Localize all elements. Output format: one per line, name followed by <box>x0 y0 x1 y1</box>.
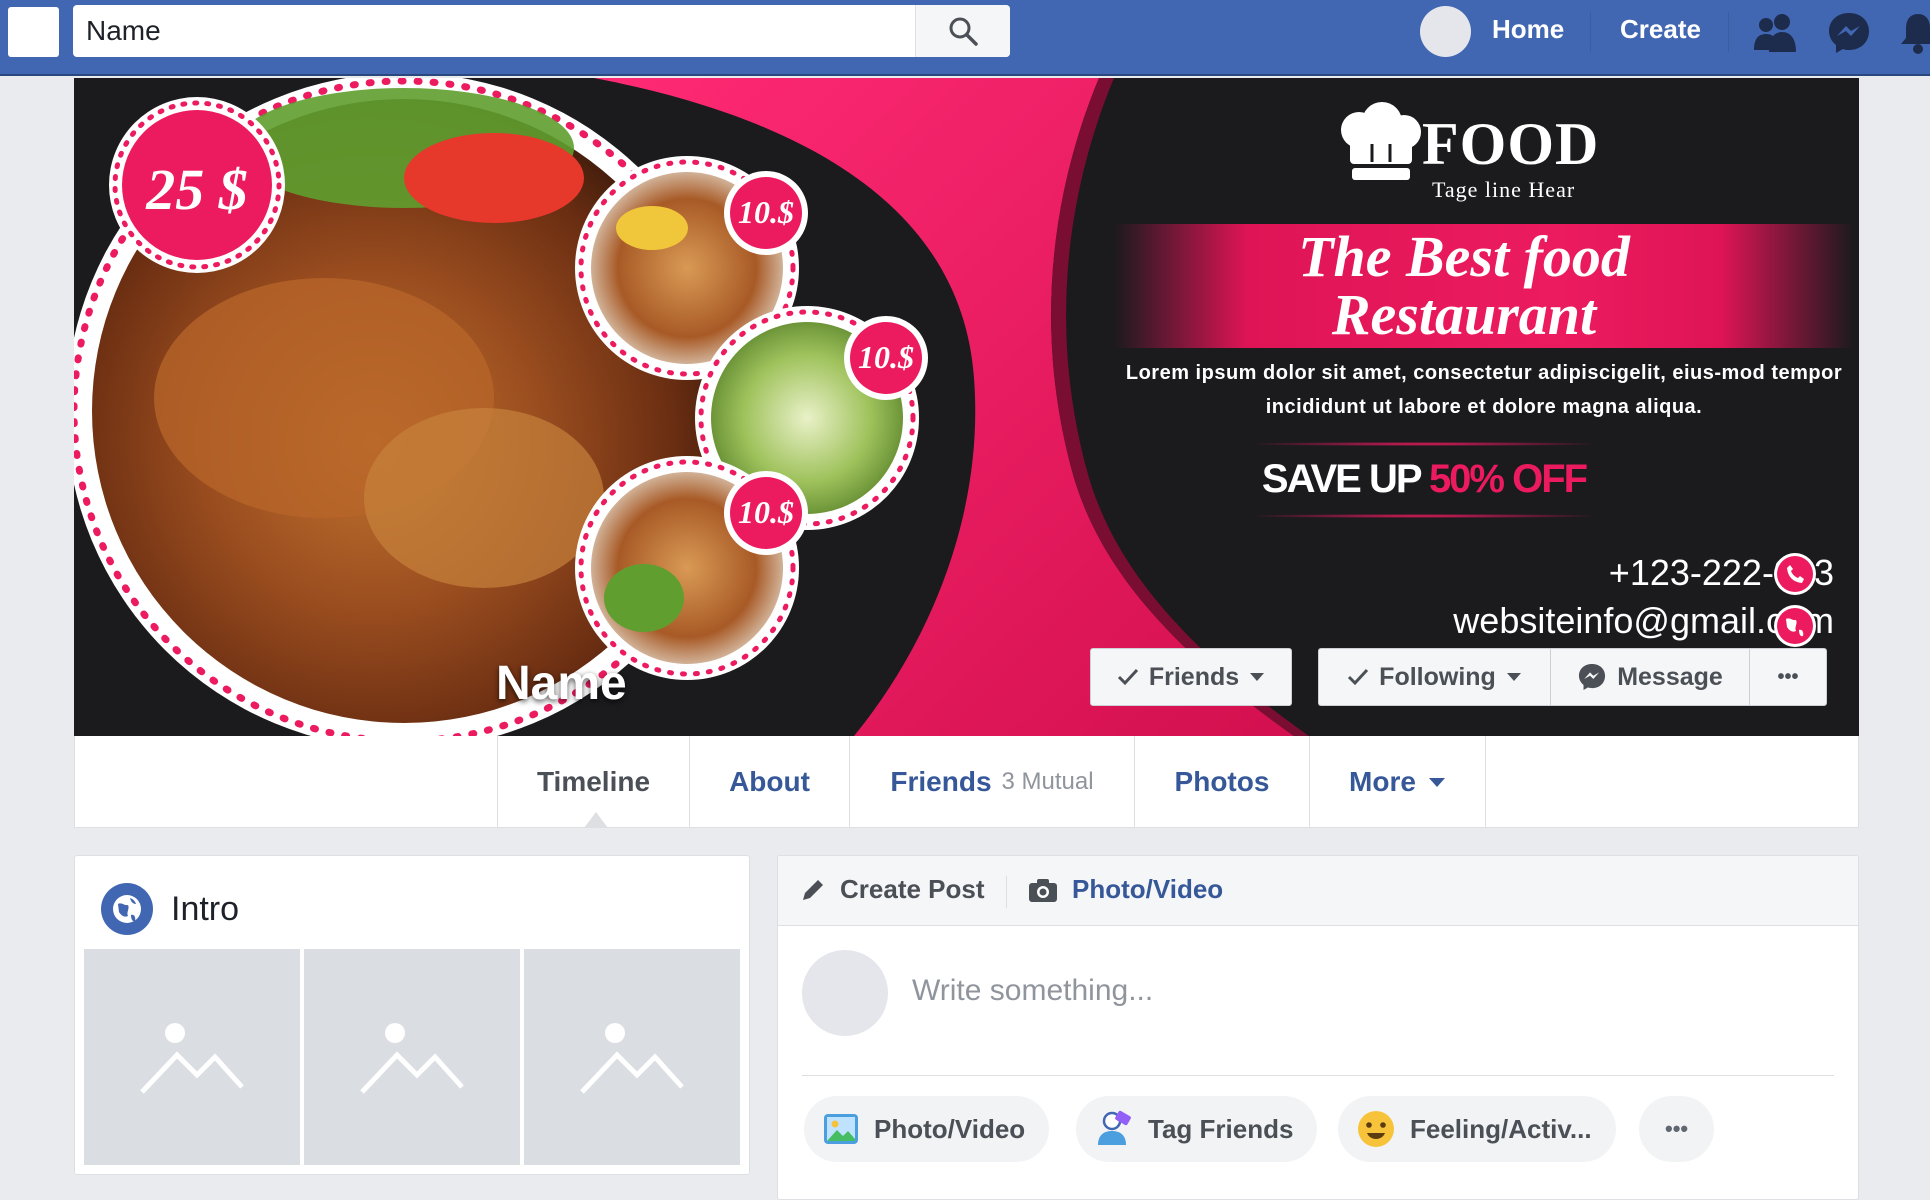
divider <box>802 1075 1834 1076</box>
tab-friends-label: Friends <box>890 766 992 797</box>
price-badge: 10.$ <box>738 194 794 230</box>
page-name: Name <box>496 657 627 710</box>
notifications-icon[interactable] <box>1898 10 1930 56</box>
main-price-badge: 25 $ <box>146 157 248 222</box>
chevron-down-icon <box>1428 777 1445 787</box>
create-post-label: Create Post <box>840 874 985 904</box>
search-bar <box>73 5 1010 57</box>
intro-card: Intro <box>74 855 750 1175</box>
photo-video-button-label: Photo/Video <box>874 1113 1026 1144</box>
email-address: websiteinfo@gmail.com <box>1453 600 1834 641</box>
cover-description: Lorem ipsum dolor sit amet, consectetur … <box>1125 362 1843 418</box>
checkmark-icon <box>1348 668 1369 686</box>
chevron-down-icon <box>1250 673 1265 681</box>
create-link[interactable]: Create <box>1620 14 1701 45</box>
image-placeholder-icon <box>140 1023 244 1094</box>
smiley-icon <box>1358 1111 1394 1147</box>
save-percent: 50% OFF <box>1428 457 1588 501</box>
brand-tagline: Tage line Hear <box>1432 177 1576 202</box>
profile-tabs: Timeline About Friends 3 Mutual Photos M… <box>74 736 1859 828</box>
friends-icon[interactable] <box>1752 10 1800 56</box>
cover-photo[interactable]: 25 $ 10.$ 10.$ 10.$ FOOD Tage line Hear … <box>74 78 1859 736</box>
photo-video-tab-label: Photo/Video <box>1072 874 1224 904</box>
feeling-activity-button[interactable]: Feeling/Activ... <box>1338 1096 1616 1162</box>
following-button-label: Following <box>1379 662 1496 691</box>
photo-icon <box>824 1114 858 1144</box>
divider <box>1254 442 1594 446</box>
tab-more[interactable]: More <box>1310 736 1486 828</box>
price-badge: 10.$ <box>738 494 794 530</box>
search-button[interactable] <box>915 5 1010 57</box>
friends-button-label: Friends <box>1148 662 1240 691</box>
more-actions-button[interactable]: ••• <box>1639 1096 1715 1162</box>
globe-icon <box>1774 605 1816 647</box>
photo-video-button[interactable]: Photo/Video <box>804 1096 1050 1162</box>
message-button[interactable]: Message <box>1550 648 1750 706</box>
pencil-icon <box>803 879 823 900</box>
search-input[interactable] <box>73 5 913 57</box>
headline-line: The Best food <box>1298 224 1630 289</box>
image-placeholder-icon <box>360 1023 464 1094</box>
logo[interactable] <box>8 7 59 57</box>
checkmark-icon <box>1117 668 1138 686</box>
phone-number: +123-222-333 <box>1608 552 1834 593</box>
tab-more-label: More <box>1349 766 1416 797</box>
tag-friends-button[interactable]: Tag Friends <box>1076 1096 1318 1162</box>
nav-divider <box>1728 12 1729 52</box>
post-text-input[interactable] <box>912 974 1812 1008</box>
chevron-down-icon <box>1506 673 1521 681</box>
post-composer: Create Post Photo/Video Photo/Video Tag … <box>777 855 1859 1200</box>
camera-icon <box>1029 878 1057 902</box>
following-button[interactable]: Following <box>1318 648 1550 706</box>
message-button-label: Message <box>1617 662 1723 691</box>
tag-friends-icon <box>1098 1110 1131 1145</box>
brand-logo: FOOD <box>1350 114 1599 174</box>
price-badge: 10.$ <box>858 339 914 375</box>
messenger-icon <box>1579 663 1606 691</box>
tab-photos[interactable]: Photos <box>1135 736 1310 828</box>
composer-header: Create Post Photo/Video <box>778 856 1858 926</box>
intro-title: Intro <box>171 889 240 928</box>
headline: The Best food Restaurant <box>1114 228 1814 344</box>
photo-placeholder[interactable] <box>524 949 740 1165</box>
create-post-tab[interactable]: Create Post <box>800 874 985 905</box>
active-tab-indicator <box>584 812 608 828</box>
profile-avatar[interactable] <box>1420 6 1471 57</box>
search-icon <box>949 17 978 46</box>
feeling-activity-label: Feeling/Activ... <box>1410 1113 1592 1144</box>
save-offer: SAVE UP 50% OFF <box>1254 457 1594 502</box>
messenger-icon[interactable] <box>1826 10 1872 56</box>
globe-icon <box>101 883 153 935</box>
tab-about[interactable]: About <box>690 736 850 828</box>
nav-divider <box>1590 12 1591 52</box>
headline-line: Restaurant <box>1331 282 1597 347</box>
image-placeholder-icon <box>580 1023 684 1094</box>
tab-friends[interactable]: Friends 3 Mutual <box>850 736 1135 828</box>
friends-button[interactable]: Friends <box>1090 648 1292 706</box>
more-options-button[interactable]: ••• <box>1749 648 1827 706</box>
divider <box>1006 876 1007 908</box>
photo-video-tab[interactable]: Photo/Video <box>1028 874 1223 905</box>
avatar <box>802 950 888 1036</box>
home-link[interactable]: Home <box>1492 14 1564 45</box>
divider <box>1254 514 1594 518</box>
top-navigation-bar: Home Create <box>0 0 1930 76</box>
save-prefix: SAVE UP <box>1261 457 1429 501</box>
phone-icon <box>1774 553 1816 595</box>
tag-friends-label: Tag Friends <box>1148 1113 1294 1144</box>
brand-title: FOOD <box>1422 111 1600 177</box>
mutual-friends-count: 3 Mutual <box>1001 768 1094 795</box>
photo-placeholder[interactable] <box>84 949 300 1165</box>
photo-placeholder[interactable] <box>304 949 520 1165</box>
intro-header: Intro <box>101 883 239 935</box>
